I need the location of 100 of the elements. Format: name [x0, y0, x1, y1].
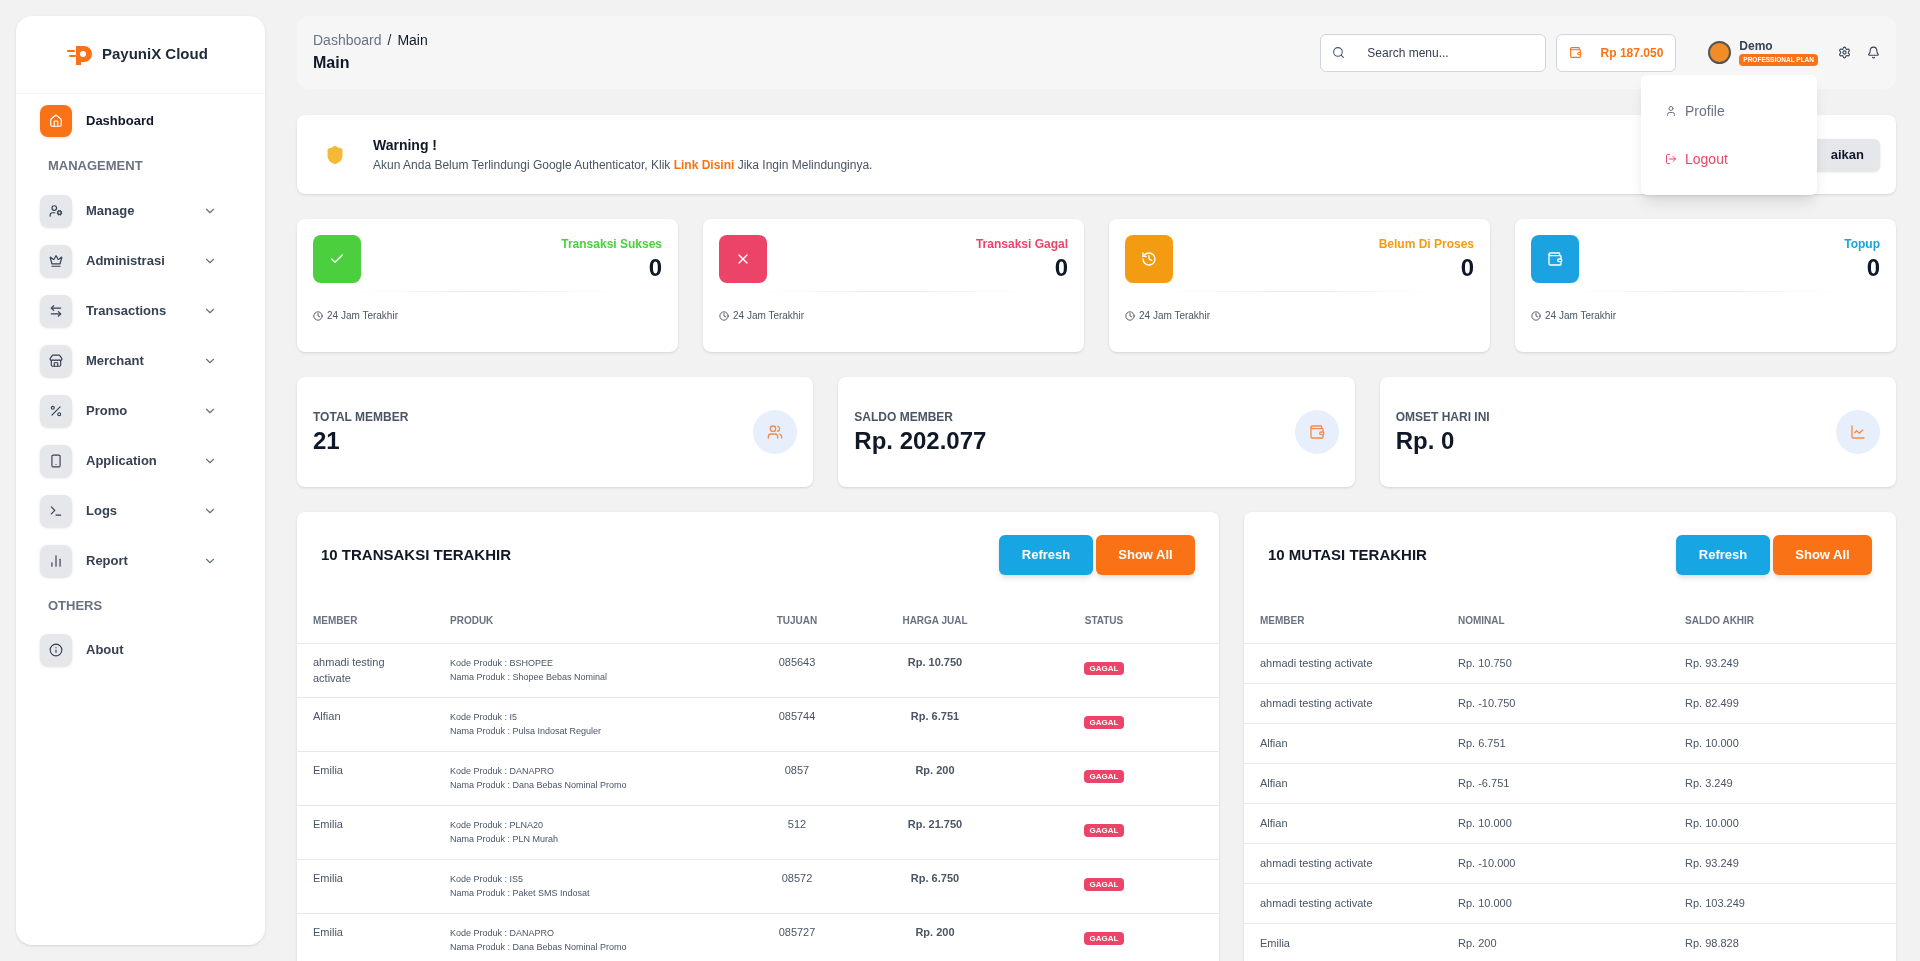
status-badge: GAGAL [1083, 824, 1125, 837]
table-cell-text: Rp. 10.000 [1458, 896, 1513, 912]
table-cell-text: Emilia [313, 817, 344, 832]
table-cell-text: Rp. 6.751 [909, 709, 961, 724]
stat-value: 0 [1460, 253, 1474, 283]
clock-icon [1125, 310, 1135, 321]
table-cell-text: Rp. 93.249 [1685, 656, 1740, 672]
product-name: Nama Produk : PLN Murah [450, 833, 560, 846]
info-icon [49, 643, 63, 657]
wallet-icon [1569, 46, 1583, 59]
column-header: MEMBER [1260, 614, 1306, 628]
column-header: PRODUK [450, 614, 495, 628]
column-header: STATUS [1083, 614, 1125, 628]
summary-value: Rp. 0 [1395, 426, 1456, 456]
table-cell-text: Rp. 10.000 [1458, 816, 1513, 832]
table-cell-text: Rp. -10.750 [1458, 696, 1517, 712]
stat-footer: 24 Jam Terakhir [327, 308, 398, 323]
logo-icon [66, 43, 94, 66]
table-cell-text: Alfian [1260, 816, 1289, 832]
table-cell-text: Rp. 10.000 [1685, 816, 1740, 832]
warning-title: Warning ! [373, 136, 438, 155]
table-cell-text: Rp. 200 [914, 925, 956, 940]
table-cell-text: Emilia [313, 763, 344, 778]
stat-label: Topup [1844, 236, 1880, 253]
stat-label: Belum Di Proses [1378, 236, 1474, 253]
product-name: Nama Produk : Dana Bebas Nominal Promo [450, 779, 628, 792]
table-cell-text: Alfian [313, 709, 342, 724]
notification-icon[interactable] [1867, 46, 1880, 59]
summary-value: Rp. 202.077 [854, 426, 987, 456]
page-title: Main [313, 53, 351, 73]
table-cell-text: Alfian [1260, 776, 1289, 792]
avatar[interactable] [1708, 41, 1732, 64]
user-gear-icon [49, 203, 63, 218]
table-title: 10 TRANSAKSI TERAKHIR [321, 544, 513, 565]
table-cell-text: Emilia [1260, 936, 1291, 952]
table-cell-text: Rp. 98.828 [1685, 936, 1740, 952]
table-cell-text: ahmadi testing activate [1260, 896, 1374, 912]
product-code: Kode Produk : DANAPRO [450, 765, 556, 778]
line-chart-icon [1850, 424, 1866, 440]
stat-label: Transaksi Sukses [561, 236, 662, 253]
search-field[interactable]: Search menu... [1320, 33, 1547, 72]
clock-icon [313, 310, 323, 321]
sidebar-item[interactable]: Application [40, 435, 241, 486]
table-cell-text: 08572 [780, 871, 814, 886]
table-cell-text: Emilia [313, 871, 344, 886]
stat-footer: 24 Jam Terakhir [1139, 308, 1210, 323]
sidebar-item[interactable]: Promo [40, 385, 241, 436]
table-cell-text: Emilia [313, 925, 344, 940]
column-header: MEMBER [313, 614, 359, 628]
sidebar-item[interactable]: Logs [40, 485, 241, 536]
store-icon [49, 353, 63, 368]
home-icon [49, 114, 63, 128]
table-cell-text: Rp. -10.000 [1458, 856, 1517, 872]
stat-label: Transaksi Gagal [975, 236, 1068, 253]
product-code: Kode Produk : I5 [450, 711, 519, 724]
table-cell-text: Rp. 3.249 [1685, 776, 1734, 792]
status-badge: GAGAL [1083, 770, 1125, 783]
table-cell-text: 085643 [777, 655, 817, 670]
table-cell-text: Rp. 6.751 [1458, 736, 1507, 752]
table-cell-text: Alfian [1260, 736, 1289, 752]
table-cell-text: Rp. 10.750 [906, 655, 964, 670]
stat-value: 0 [648, 253, 662, 283]
summary-value: 21 [313, 426, 341, 456]
logout-icon [1665, 153, 1677, 165]
sidebar-item[interactable]: Merchant [40, 335, 241, 386]
terminal-icon [49, 503, 63, 518]
table-cell-text: Rp. 200 [1458, 936, 1498, 952]
percent-icon [49, 403, 63, 418]
user-icon [1665, 105, 1677, 117]
table-cell-text: 085744 [777, 709, 817, 724]
sidebar-item[interactable]: Transactions [40, 285, 241, 336]
status-badge: GAGAL [1083, 716, 1125, 729]
table-cell-text: Rp. -6.751 [1458, 776, 1511, 792]
settings-icon[interactable] [1838, 46, 1851, 59]
table-cell-text: Rp. 93.249 [1685, 856, 1740, 872]
dropdown-item[interactable]: Profile [1641, 87, 1817, 135]
sidebar-item[interactable]: Dashboard [40, 96, 241, 146]
table-cell-text: ahmadi testing activate [1260, 656, 1374, 672]
product-code: Kode Produk : PLNA20 [450, 819, 545, 832]
sidebar-item[interactable]: Report [40, 535, 241, 586]
sidebar-item[interactable]: Administrasi [40, 235, 241, 286]
shield-icon [325, 144, 345, 165]
history-icon [1141, 251, 1157, 267]
breadcrumb-item[interactable]: Dashboard [313, 30, 382, 51]
stat-value: 0 [1866, 253, 1880, 283]
stat-footer: 24 Jam Terakhir [733, 308, 804, 323]
column-header: NOMINAL [1458, 614, 1506, 628]
table-cell-text: Rp. 10.000 [1685, 736, 1740, 752]
table-title: 10 MUTASI TERAKHIR [1268, 544, 1428, 565]
table-cell-text: 0857 [783, 763, 811, 778]
status-badge: GAGAL [1083, 878, 1125, 891]
search-icon [1332, 45, 1346, 59]
summary-label: OMSET HARI INI [1395, 409, 1490, 426]
bar-chart-icon [49, 553, 63, 568]
section-heading: OTHERS [47, 596, 104, 615]
table-cell-text: Rp. 200 [914, 763, 956, 778]
status-badge: GAGAL [1083, 662, 1125, 675]
sidebar-item[interactable]: About [40, 625, 241, 675]
sidebar-item[interactable]: Manage [40, 185, 241, 236]
product-code: Kode Produk : DANAPRO [450, 927, 556, 940]
